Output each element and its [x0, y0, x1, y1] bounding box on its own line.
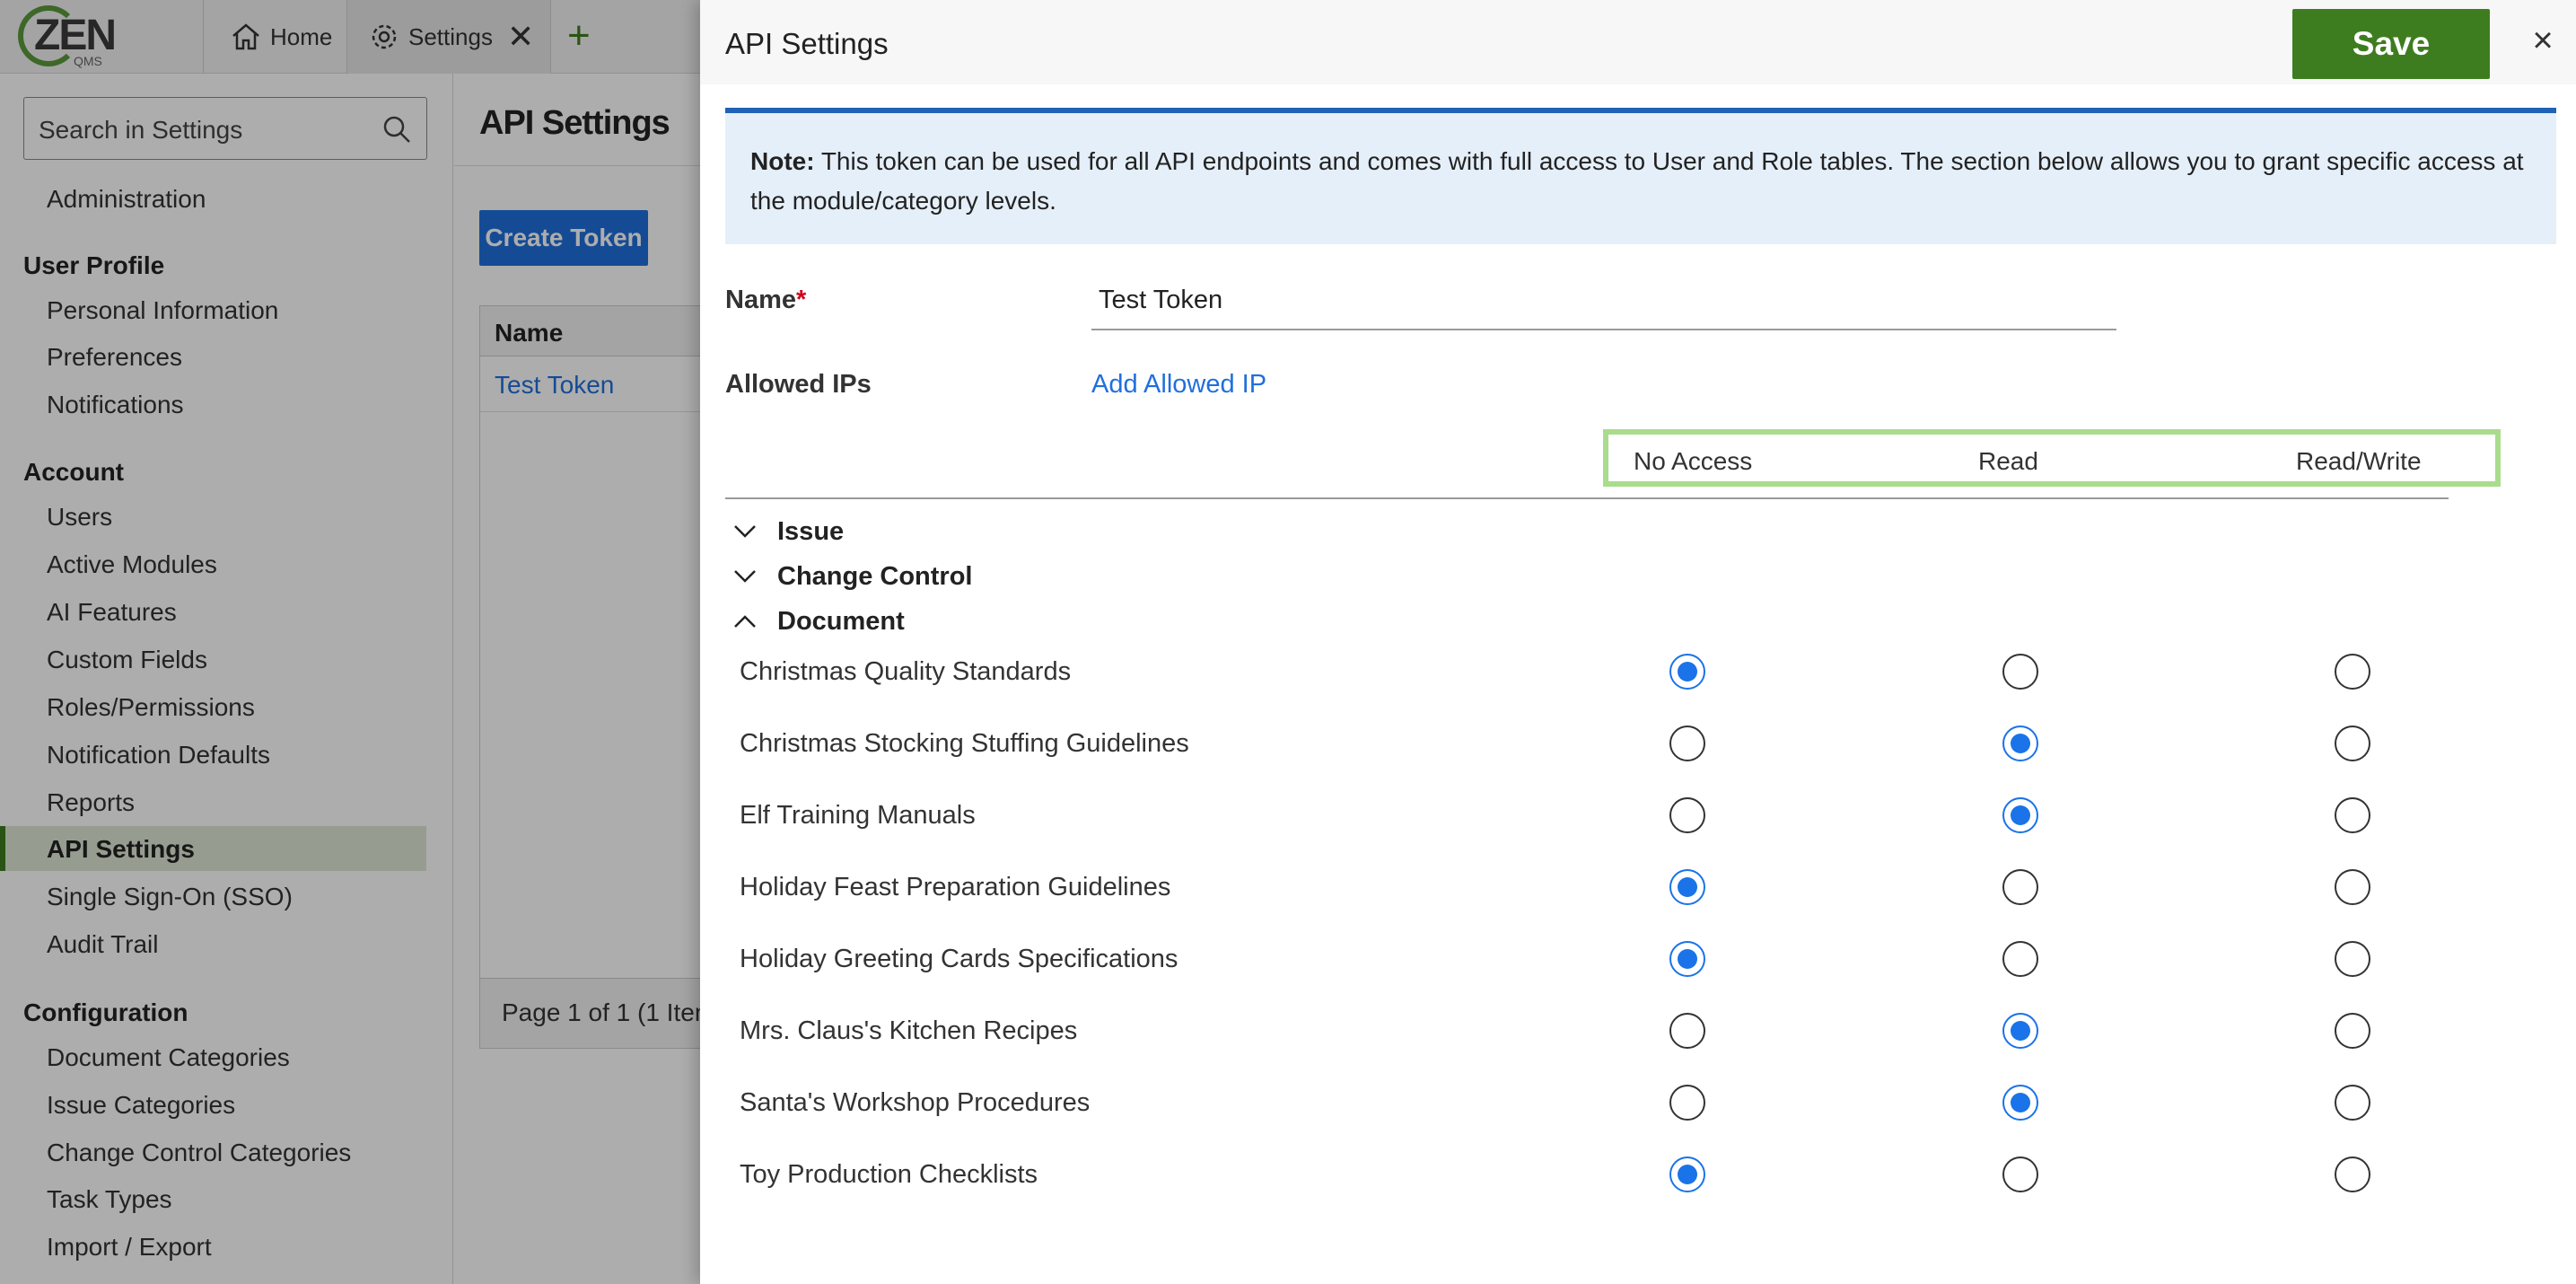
- api-settings-drawer: API Settings Save × Note: This token can…: [700, 0, 2576, 1284]
- radio-read[interactable]: [2002, 654, 2038, 690]
- radio-read-write[interactable]: [2335, 654, 2370, 690]
- radio-no-access[interactable]: [1669, 869, 1705, 905]
- permission-column-headers: No Access Read Read/Write: [1603, 429, 2501, 487]
- name-label-text: Name: [725, 286, 796, 314]
- radio-read-write[interactable]: [2335, 797, 2370, 833]
- radio-no-access[interactable]: [1669, 726, 1705, 761]
- note-banner: Note: This token can be used for all API…: [725, 108, 2556, 244]
- save-button[interactable]: Save: [2292, 9, 2490, 79]
- group-change-control[interactable]: Change Control: [725, 558, 973, 594]
- column-read-write: Read/Write: [2296, 447, 2422, 475]
- permission-row-label: Elf Training Manuals: [740, 801, 976, 830]
- drawer-header: API Settings Save ×: [700, 0, 2576, 84]
- permission-row-label: Christmas Stocking Stuffing Guidelines: [740, 729, 1189, 758]
- permission-row-label: Holiday Greeting Cards Specifications: [740, 945, 1178, 973]
- add-allowed-ip-link[interactable]: Add Allowed IP: [1091, 370, 1266, 400]
- radio-no-access[interactable]: [1669, 797, 1705, 833]
- name-label: Name*: [725, 286, 806, 315]
- drawer-title: API Settings: [725, 27, 889, 60]
- radio-read[interactable]: [2002, 1085, 2038, 1121]
- name-field[interactable]: Test Token: [1091, 278, 2116, 330]
- radio-no-access[interactable]: [1669, 941, 1705, 977]
- permission-row-label: Toy Production Checklists: [740, 1160, 1038, 1189]
- chevron-up-icon: [734, 615, 756, 628]
- column-no-access: No Access: [1634, 447, 1753, 475]
- note-label: Note:: [750, 147, 815, 175]
- divider: [725, 497, 2449, 499]
- name-field-value: Test Token: [1099, 286, 1223, 314]
- permission-row-label: Santa's Workshop Procedures: [740, 1088, 1091, 1117]
- permission-row-label: Holiday Feast Preparation Guidelines: [740, 873, 1171, 901]
- radio-read-write[interactable]: [2335, 726, 2370, 761]
- group-label: Change Control: [777, 561, 973, 591]
- group-label: Document: [777, 606, 905, 636]
- radio-read-write[interactable]: [2335, 869, 2370, 905]
- radio-read-write[interactable]: [2335, 941, 2370, 977]
- permission-row-label: Mrs. Claus's Kitchen Recipes: [740, 1016, 1078, 1045]
- radio-read[interactable]: [2002, 797, 2038, 833]
- group-issue[interactable]: Issue: [725, 514, 844, 550]
- radio-read[interactable]: [2002, 941, 2038, 977]
- note-text: This token can be used for all API endpo…: [750, 147, 2524, 215]
- radio-no-access[interactable]: [1669, 1156, 1705, 1192]
- chevron-down-icon: [734, 525, 756, 538]
- radio-no-access[interactable]: [1669, 654, 1705, 690]
- radio-read[interactable]: [2002, 1156, 2038, 1192]
- column-read: Read: [1978, 447, 2038, 475]
- group-document[interactable]: Document: [725, 603, 905, 639]
- radio-no-access[interactable]: [1669, 1085, 1705, 1121]
- permission-row-label: Christmas Quality Standards: [740, 657, 1072, 686]
- radio-read-write[interactable]: [2335, 1085, 2370, 1121]
- radio-read-write[interactable]: [2335, 1013, 2370, 1049]
- radio-read-write[interactable]: [2335, 1156, 2370, 1192]
- group-label: Issue: [777, 516, 845, 546]
- close-icon[interactable]: ×: [2520, 18, 2565, 63]
- radio-read[interactable]: [2002, 726, 2038, 761]
- radio-read[interactable]: [2002, 869, 2038, 905]
- radio-no-access[interactable]: [1669, 1013, 1705, 1049]
- radio-read[interactable]: [2002, 1013, 2038, 1049]
- required-marker: *: [796, 286, 807, 314]
- allowed-ips-label: Allowed IPs: [725, 370, 872, 399]
- chevron-down-icon: [734, 570, 756, 583]
